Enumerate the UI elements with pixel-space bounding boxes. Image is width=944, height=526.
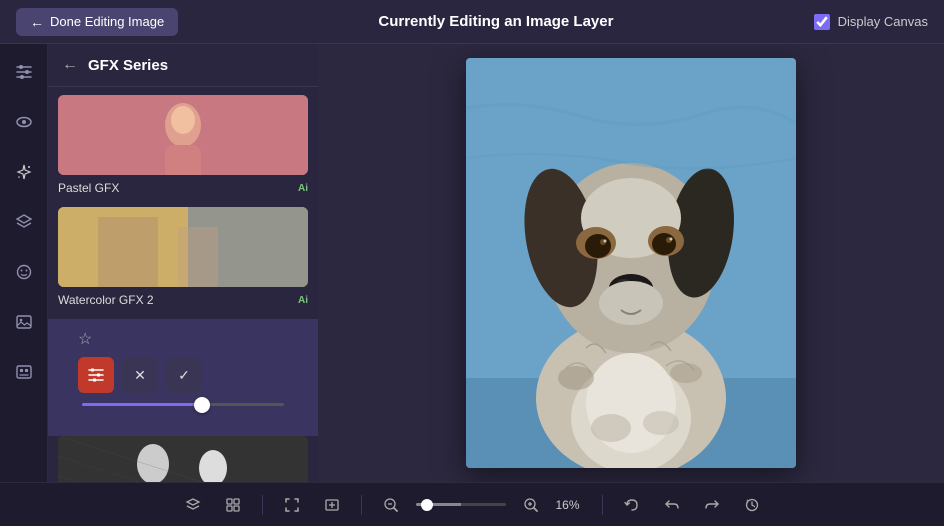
filter-cancel-button[interactable]: ✕ [122, 357, 158, 393]
zoom-in-icon [523, 497, 539, 513]
zoom-fit-btn[interactable] [317, 490, 347, 520]
page-title: Currently Editing an Image Layer [378, 13, 613, 30]
filter-item-pastel-gfx[interactable]: Pastel GFX Ai [48, 95, 318, 207]
bottom-bar: 16% [0, 482, 944, 526]
filter-item-watercolor-gfx2[interactable]: Watercolor GFX 2 Ai [48, 207, 318, 319]
done-label: Done Editing Image [50, 14, 164, 29]
sliders-icon-btn[interactable] [8, 56, 40, 88]
face-icon-btn[interactable] [8, 256, 40, 288]
history-icon [744, 497, 760, 513]
image-icon-btn[interactable] [8, 306, 40, 338]
divider-3 [602, 495, 603, 515]
eye-icon-btn[interactable] [8, 106, 40, 138]
panel-title: GFX Series [88, 57, 168, 74]
canvas-image [466, 58, 796, 468]
settings-sliders-icon [87, 366, 105, 384]
layers-bottom-icon [185, 497, 201, 513]
divider-1 [262, 495, 263, 515]
panel-back-button[interactable]: ← [62, 56, 78, 74]
filter-confirm-button[interactable]: ✓ [166, 357, 202, 393]
zoom-slider[interactable] [416, 503, 506, 506]
canvas-area [318, 44, 944, 482]
zoom-percentage: 16% [556, 498, 588, 512]
filter-controls-row: ✕ ✓ [78, 357, 288, 393]
ai-badge-pastel: Ai [298, 183, 308, 194]
image-icon [15, 313, 33, 331]
layers-icon [15, 213, 33, 231]
sparkle-icon-btn[interactable] [8, 156, 40, 188]
zoom-out-icon [383, 497, 399, 513]
zoom-fit-icon [324, 497, 340, 513]
filter-item-comic-noir[interactable]: Comic Noir GFX Ai [48, 436, 318, 482]
eye-icon [15, 113, 33, 131]
zoom-in-btn[interactable] [516, 490, 546, 520]
layers-icon-btn[interactable] [8, 206, 40, 238]
filter-label-row-watercolor: Watercolor GFX 2 Ai [58, 291, 308, 309]
filter-list: Pastel GFX Ai [48, 87, 318, 482]
filter-star-row: ☆ [78, 329, 288, 349]
filter-panel: ← GFX Series [48, 44, 318, 482]
undo-alt-btn[interactable] [657, 490, 687, 520]
zoom-out-btn[interactable] [376, 490, 406, 520]
topbar: ← Done Editing Image Currently Editing a… [0, 0, 944, 44]
face-icon [15, 263, 33, 281]
filter-item-comic-noir-selected[interactable]: ☆ [48, 319, 318, 436]
history-btn[interactable] [737, 490, 767, 520]
mask-icon-btn[interactable] [8, 356, 40, 388]
arrow-left-icon: ← [30, 14, 44, 30]
dog-portrait-svg [466, 58, 796, 468]
sliders-icon [15, 63, 33, 81]
display-canvas-control: Display Canvas [814, 14, 928, 30]
undo-alt-icon [664, 497, 680, 513]
undo-btn[interactable] [617, 490, 647, 520]
filter-selected-controls: ☆ [68, 319, 298, 416]
filter-thumb-pastel [58, 95, 308, 175]
layers-bottom-btn[interactable] [178, 490, 208, 520]
filter-label-row-pastel: Pastel GFX Ai [58, 179, 308, 197]
sparkle-icon [15, 163, 33, 181]
filter-label-watercolor: Watercolor GFX 2 [58, 293, 154, 307]
main-area: ← GFX Series [0, 44, 944, 482]
display-canvas-label: Display Canvas [838, 14, 928, 29]
filter-intensity-slider[interactable] [82, 403, 284, 406]
filter-thumb-comic [58, 436, 308, 482]
filter-label-pastel: Pastel GFX [58, 181, 119, 195]
filter-slider-row [78, 403, 288, 406]
panel-header: ← GFX Series [48, 44, 318, 87]
filter-thumb-watercolor [58, 207, 308, 287]
ai-badge-watercolor: Ai [298, 295, 308, 306]
done-editing-button[interactable]: ← Done Editing Image [16, 8, 178, 36]
redo-icon [704, 497, 720, 513]
redo-btn[interactable] [697, 490, 727, 520]
undo-icon [624, 497, 640, 513]
display-canvas-checkbox[interactable] [814, 14, 830, 30]
filter-settings-button[interactable] [78, 357, 114, 393]
fit-screen-icon [284, 497, 300, 513]
divider-2 [361, 495, 362, 515]
grid-bottom-btn[interactable] [218, 490, 248, 520]
icon-sidebar [0, 44, 48, 482]
zoom-slider-wrap [416, 503, 506, 506]
grid-bottom-icon [225, 497, 241, 513]
star-icon[interactable]: ☆ [78, 329, 92, 349]
mask-icon [15, 363, 33, 381]
fit-screen-btn[interactable] [277, 490, 307, 520]
